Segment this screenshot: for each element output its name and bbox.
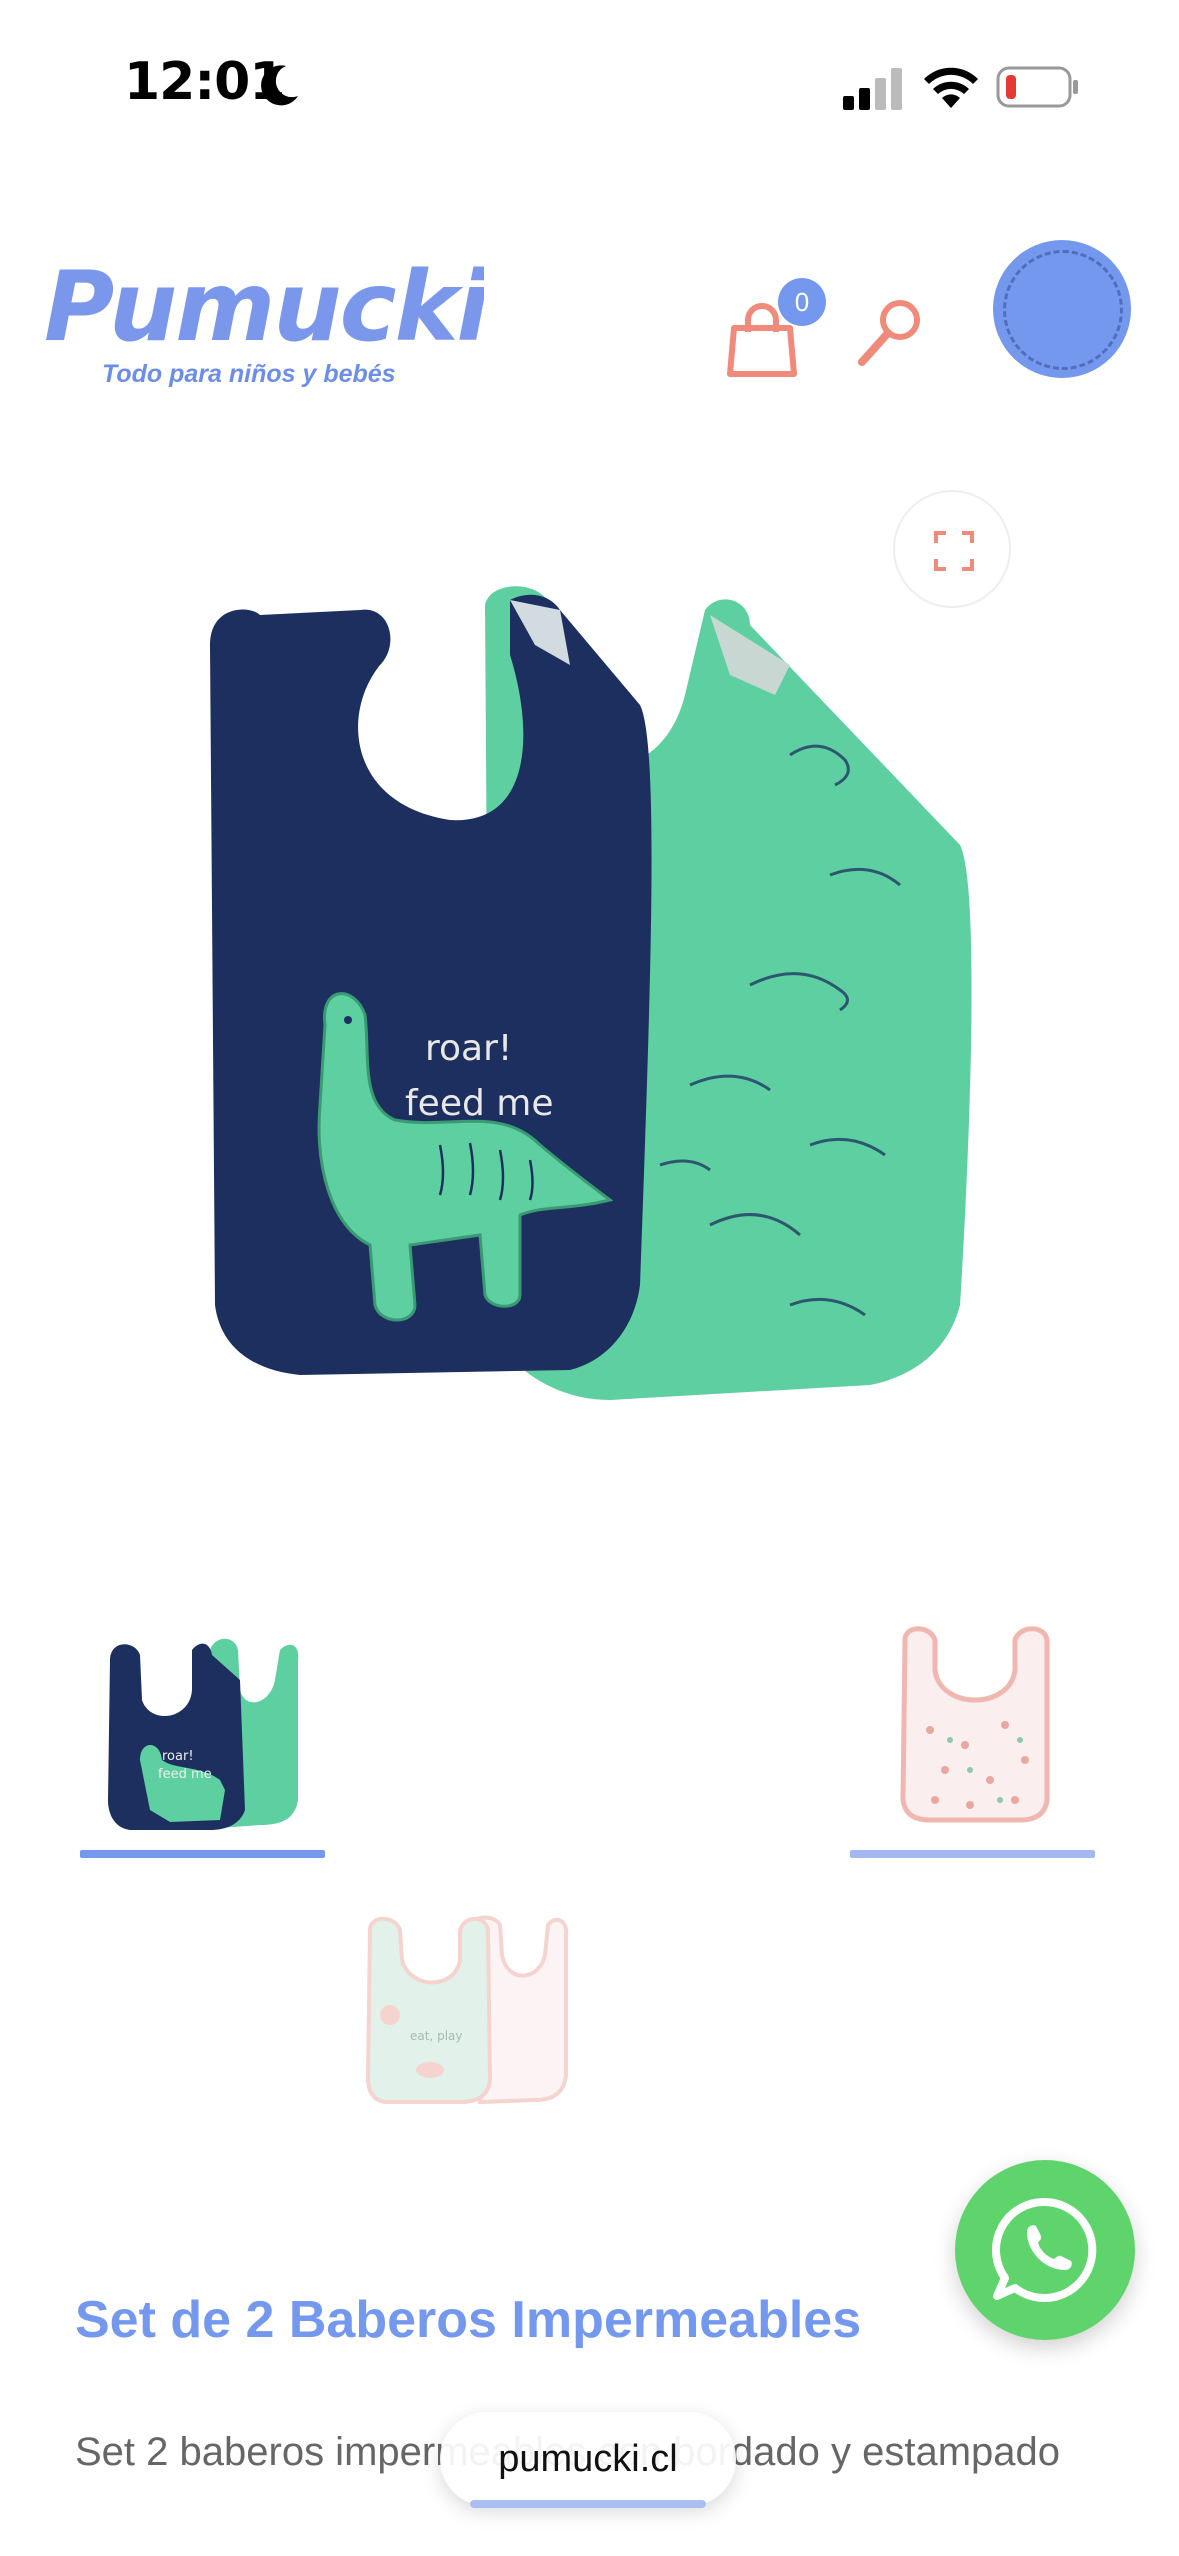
svg-text:feed me: feed me bbox=[405, 1083, 553, 1124]
moon-icon bbox=[261, 65, 298, 106]
cart-count-badge: 0 bbox=[778, 278, 826, 326]
thumbnail-2-indicator bbox=[850, 1850, 1095, 1858]
whatsapp-button[interactable] bbox=[955, 2160, 1135, 2340]
thumbnail-1[interactable]: roar! feed me bbox=[100, 1630, 300, 1840]
svg-text:eat, play: eat, play bbox=[410, 2029, 462, 2043]
status-bar: 12:01 bbox=[0, 0, 1179, 170]
search-icon[interactable] bbox=[854, 296, 926, 370]
svg-text:roar!: roar! bbox=[425, 1028, 512, 1069]
thumbnail-1-indicator bbox=[80, 1850, 325, 1858]
product-main-image[interactable]: roar! feed me bbox=[190, 585, 990, 1435]
expand-icon bbox=[934, 531, 974, 571]
account-avatar-button[interactable] bbox=[993, 240, 1131, 378]
cellular-signal-icon bbox=[843, 68, 902, 110]
thumbnail-3[interactable]: eat, play bbox=[360, 1910, 570, 2110]
svg-text:Pumucki: Pumucki bbox=[44, 251, 484, 363]
svg-text:feed me: feed me bbox=[158, 1767, 212, 1782]
svg-text:roar!: roar! bbox=[162, 1749, 194, 1764]
thumbnail-2[interactable] bbox=[895, 1620, 1055, 1830]
domain-loading-bar bbox=[470, 2500, 706, 2508]
wifi-icon bbox=[924, 67, 978, 108]
whatsapp-icon bbox=[992, 2197, 1097, 2302]
logo-tagline: Todo para niños y bebés bbox=[102, 360, 396, 388]
product-title: Set de 2 Baberos Impermeables bbox=[75, 2291, 862, 2349]
browser-domain-pill[interactable]: pumucki.cl bbox=[440, 2412, 736, 2506]
battery-icon bbox=[996, 66, 1078, 108]
